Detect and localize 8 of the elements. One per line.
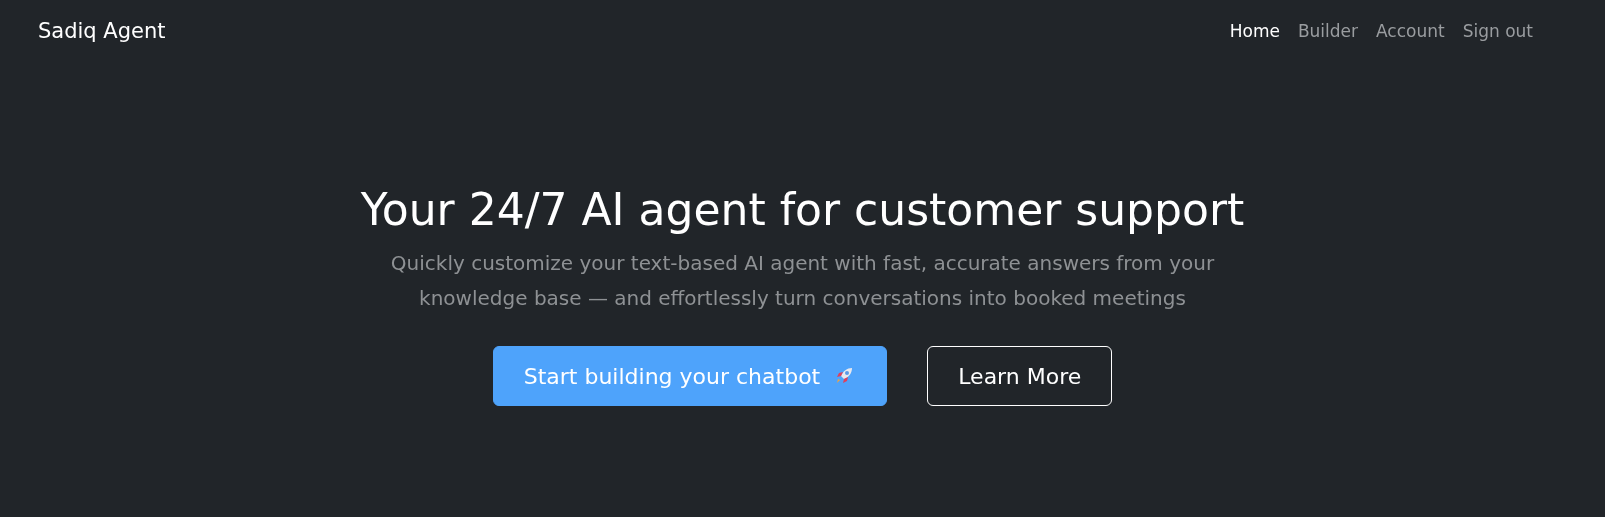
nav-link[interactable]: Builder: [1297, 21, 1359, 41]
nav-link[interactable]: Account: [1376, 21, 1445, 41]
hero-subtitle: Quickly customize your text-based AI agent with fast, accurate answers from your knowledge base — and effortlessly turn conversations into booked meetings: [389, 250, 1216, 312]
brand-link[interactable]: Sadiq Agent: [38, 19, 166, 43]
learn-more-button[interactable]: Learn More: [927, 346, 1113, 406]
hero-title: Your 24/7 AI agent for customer support: [360, 183, 1245, 237]
nav-link[interactable]: Sign out: [1462, 21, 1533, 41]
nav-link[interactable]: Home: [1229, 21, 1280, 41]
